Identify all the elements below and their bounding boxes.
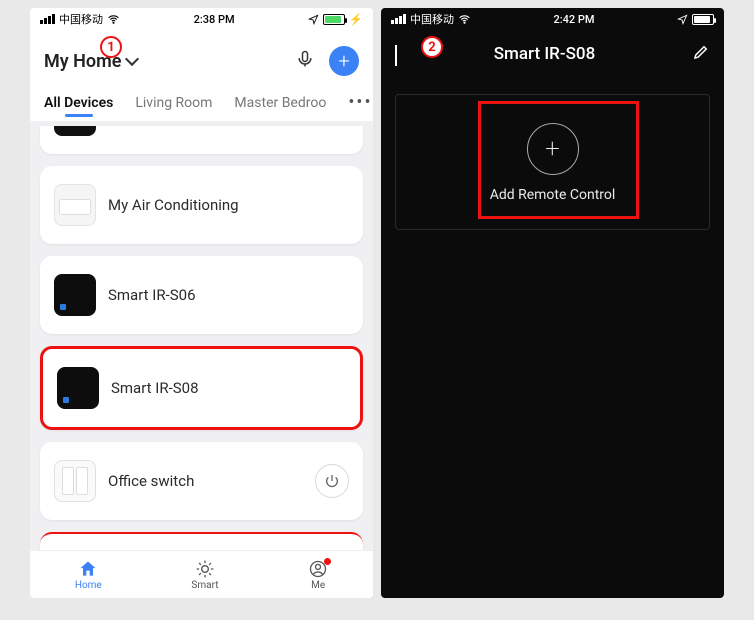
- device-card-ir06[interactable]: Smart IR-S06: [40, 256, 363, 334]
- step-badge-2: 2: [421, 36, 443, 58]
- phone-screen-home: 1 中国移动 2:38 PM ⚡ My Home: [30, 8, 373, 598]
- bottom-nav: Home Smart Me: [30, 550, 373, 598]
- microphone-icon[interactable]: [295, 49, 315, 73]
- device-label: Smart IR-S08: [111, 379, 199, 397]
- location-icon: [308, 14, 319, 25]
- add-device-button[interactable]: +: [329, 46, 359, 76]
- nav-label: Home: [75, 580, 102, 591]
- charging-icon: ⚡: [349, 13, 363, 26]
- add-remote-button[interactable]: +: [527, 123, 579, 175]
- device-icon: [54, 126, 96, 136]
- home-header: My Home + All Devices Living Room Master…: [30, 30, 373, 121]
- status-bar: 中国移动 2:42 PM: [381, 8, 724, 30]
- nav-home[interactable]: Home: [75, 559, 102, 591]
- device-list[interactable]: My Air Conditioning Smart IR-S06 Smart I…: [30, 126, 373, 553]
- carrier-label: 中国移动: [410, 11, 454, 27]
- power-button[interactable]: [315, 464, 349, 498]
- edit-button[interactable]: [692, 43, 710, 65]
- device-card-ir08[interactable]: Smart IR-S08: [40, 346, 363, 430]
- signal-icon: [40, 14, 55, 24]
- add-remote-label: Add Remote Control: [406, 187, 699, 203]
- device-label: My Air Conditioning: [108, 196, 239, 214]
- device-card[interactable]: [40, 126, 363, 154]
- page-title: Smart IR-S08: [494, 44, 596, 64]
- chevron-down-icon: [125, 52, 139, 66]
- back-button[interactable]: [395, 45, 397, 64]
- tab-all-devices[interactable]: All Devices: [44, 95, 113, 111]
- nav-label: Me: [311, 580, 325, 591]
- device-card-ac[interactable]: My Air Conditioning: [40, 166, 363, 244]
- notification-dot-icon: [324, 558, 331, 565]
- battery-icon: [692, 14, 714, 25]
- device-card-switch[interactable]: Office switch: [40, 442, 363, 520]
- nav-smart[interactable]: Smart: [191, 559, 218, 591]
- room-tabs: All Devices Living Room Master Bedroo ••…: [44, 82, 359, 121]
- clock-label: 2:42 PM: [553, 13, 594, 26]
- plus-icon: +: [545, 136, 560, 162]
- device-label: Smart IR-S06: [108, 286, 196, 304]
- step-badge-1: 1: [100, 36, 122, 58]
- clock-label: 2:38 PM: [194, 13, 235, 26]
- carrier-label: 中国移动: [59, 11, 103, 27]
- phone-screen-ir-device: 2 中国移动 2:42 PM Smart IR-S08: [381, 8, 724, 598]
- battery-icon: [323, 14, 345, 25]
- ir-panel: + Add Remote Control: [395, 94, 710, 230]
- location-icon: [677, 14, 688, 25]
- tabs-more-icon[interactable]: •••: [348, 92, 372, 113]
- ir-hub-icon: [54, 274, 96, 316]
- tab-living-room[interactable]: Living Room: [135, 95, 212, 111]
- tab-master-bedroom[interactable]: Master Bedroo: [234, 95, 326, 111]
- ac-icon: [54, 184, 96, 226]
- nav-me[interactable]: Me: [308, 559, 328, 591]
- wifi-icon: [458, 13, 471, 26]
- ir-hub-icon: [57, 367, 99, 409]
- chevron-left-icon: [395, 45, 397, 66]
- device-label: Office switch: [108, 472, 194, 490]
- switch-icon: [54, 460, 96, 502]
- signal-icon: [391, 14, 406, 24]
- home-selector[interactable]: My Home: [44, 51, 137, 72]
- wifi-icon: [107, 13, 120, 26]
- status-bar: 中国移动 2:38 PM ⚡: [30, 8, 373, 30]
- nav-label: Smart: [191, 580, 218, 591]
